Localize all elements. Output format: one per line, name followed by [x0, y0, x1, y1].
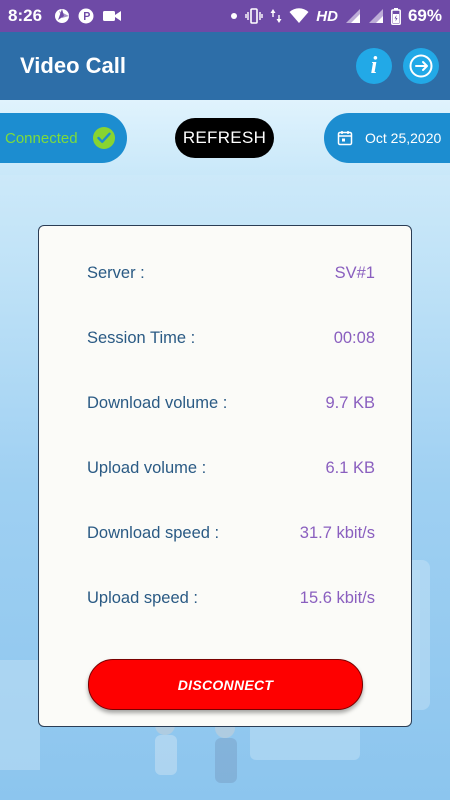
app-bar: Video Call i	[0, 32, 450, 100]
status-time: 8:26	[8, 6, 43, 25]
stat-value: 00:08	[333, 329, 375, 347]
status-bar: 8:26 HD 69%	[0, 0, 450, 32]
p-icon	[78, 8, 94, 24]
exit-button[interactable]	[403, 48, 439, 84]
stat-value: 15.6 kbit/s	[299, 589, 375, 607]
refresh-button[interactable]: REFRESH	[175, 118, 274, 158]
stat-value: 31.7 kbit/s	[299, 524, 375, 542]
data-arrows-icon	[270, 8, 282, 24]
aperture-icon	[54, 8, 70, 24]
battery-icon	[391, 7, 401, 25]
date-label: Oct 25,2020	[365, 130, 442, 146]
video-icon	[102, 8, 122, 24]
vibrate-icon	[245, 8, 263, 24]
exit-icon	[408, 53, 434, 79]
stat-label: Upload volume :	[87, 459, 207, 477]
stat-value: 9.7 KB	[325, 394, 375, 412]
stat-row-upload-volume: Upload volume : 6.1 KB	[87, 459, 375, 478]
stat-value: 6.1 KB	[325, 459, 375, 477]
app-bar-actions: i	[356, 48, 439, 84]
wifi-icon	[289, 8, 309, 24]
calendar-icon	[337, 130, 353, 146]
connection-status: Connected	[0, 113, 127, 163]
stat-label: Upload speed :	[87, 589, 198, 607]
system-icons: HD 69%	[230, 6, 442, 26]
check-icon	[92, 127, 115, 149]
stat-label: Download speed :	[87, 524, 220, 542]
disconnect-button[interactable]: DISCONNECT	[88, 659, 363, 710]
info-button[interactable]: i	[356, 48, 392, 84]
date-display: Oct 25,2020	[324, 113, 450, 163]
notification-icons	[54, 8, 122, 24]
network-type: HD	[316, 7, 338, 25]
stat-label: Server :	[87, 264, 145, 282]
stat-row-upload-speed: Upload speed : 15.6 kbit/s	[87, 589, 375, 608]
info-icon: i	[370, 53, 378, 79]
connection-status-label: Connected	[5, 129, 78, 147]
battery-percent: 69%	[407, 6, 442, 25]
stat-row-download-volume: Download volume : 9.7 KB	[87, 394, 375, 413]
page-title: Video Call	[20, 53, 126, 78]
stat-row-server: Server : SV#1	[87, 264, 375, 283]
stat-label: Download volume :	[87, 394, 228, 412]
signal-icon	[345, 8, 361, 24]
stat-row-session-time: Session Time : 00:08	[87, 329, 375, 348]
stat-row-download-speed: Download speed : 31.7 kbit/s	[87, 524, 375, 543]
stat-label: Session Time :	[87, 329, 196, 347]
stat-value: SV#1	[334, 264, 375, 282]
dot-icon	[230, 8, 238, 24]
signal-icon	[368, 8, 384, 24]
session-stats-card: Server : SV#1 Session Time : 00:08 Downl…	[38, 225, 412, 727]
